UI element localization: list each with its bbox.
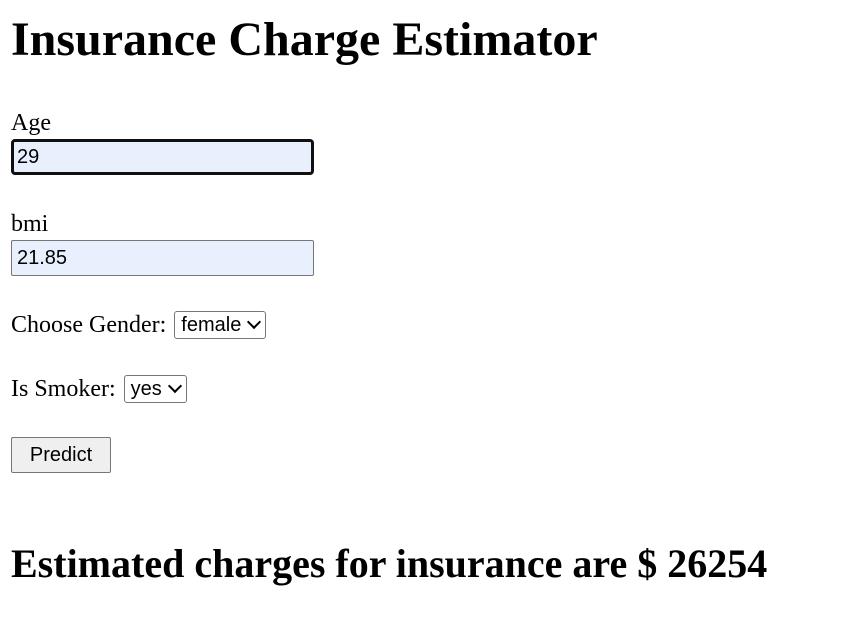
chevron-down-icon (247, 314, 262, 330)
predict-button[interactable]: Predict (11, 437, 111, 473)
gender-label: Choose Gender: (11, 312, 167, 338)
page-title: Insurance Charge Estimator (11, 13, 598, 66)
gender-row: Choose Gender: female (11, 311, 267, 339)
age-label: Age (11, 110, 51, 136)
result-heading: Estimated charges for insurance are $ 26… (11, 541, 768, 586)
bmi-input[interactable] (11, 240, 314, 276)
gender-select[interactable]: female (174, 311, 267, 339)
smoker-label: Is Smoker: (11, 376, 116, 402)
smoker-row: Is Smoker: yes (11, 375, 187, 403)
chevron-down-icon (167, 378, 182, 394)
age-input[interactable] (11, 139, 314, 175)
bmi-label: bmi (11, 211, 49, 237)
smoker-select[interactable]: yes (123, 375, 187, 403)
gender-selected-value: female (181, 313, 242, 336)
smoker-selected-value: yes (130, 377, 162, 400)
